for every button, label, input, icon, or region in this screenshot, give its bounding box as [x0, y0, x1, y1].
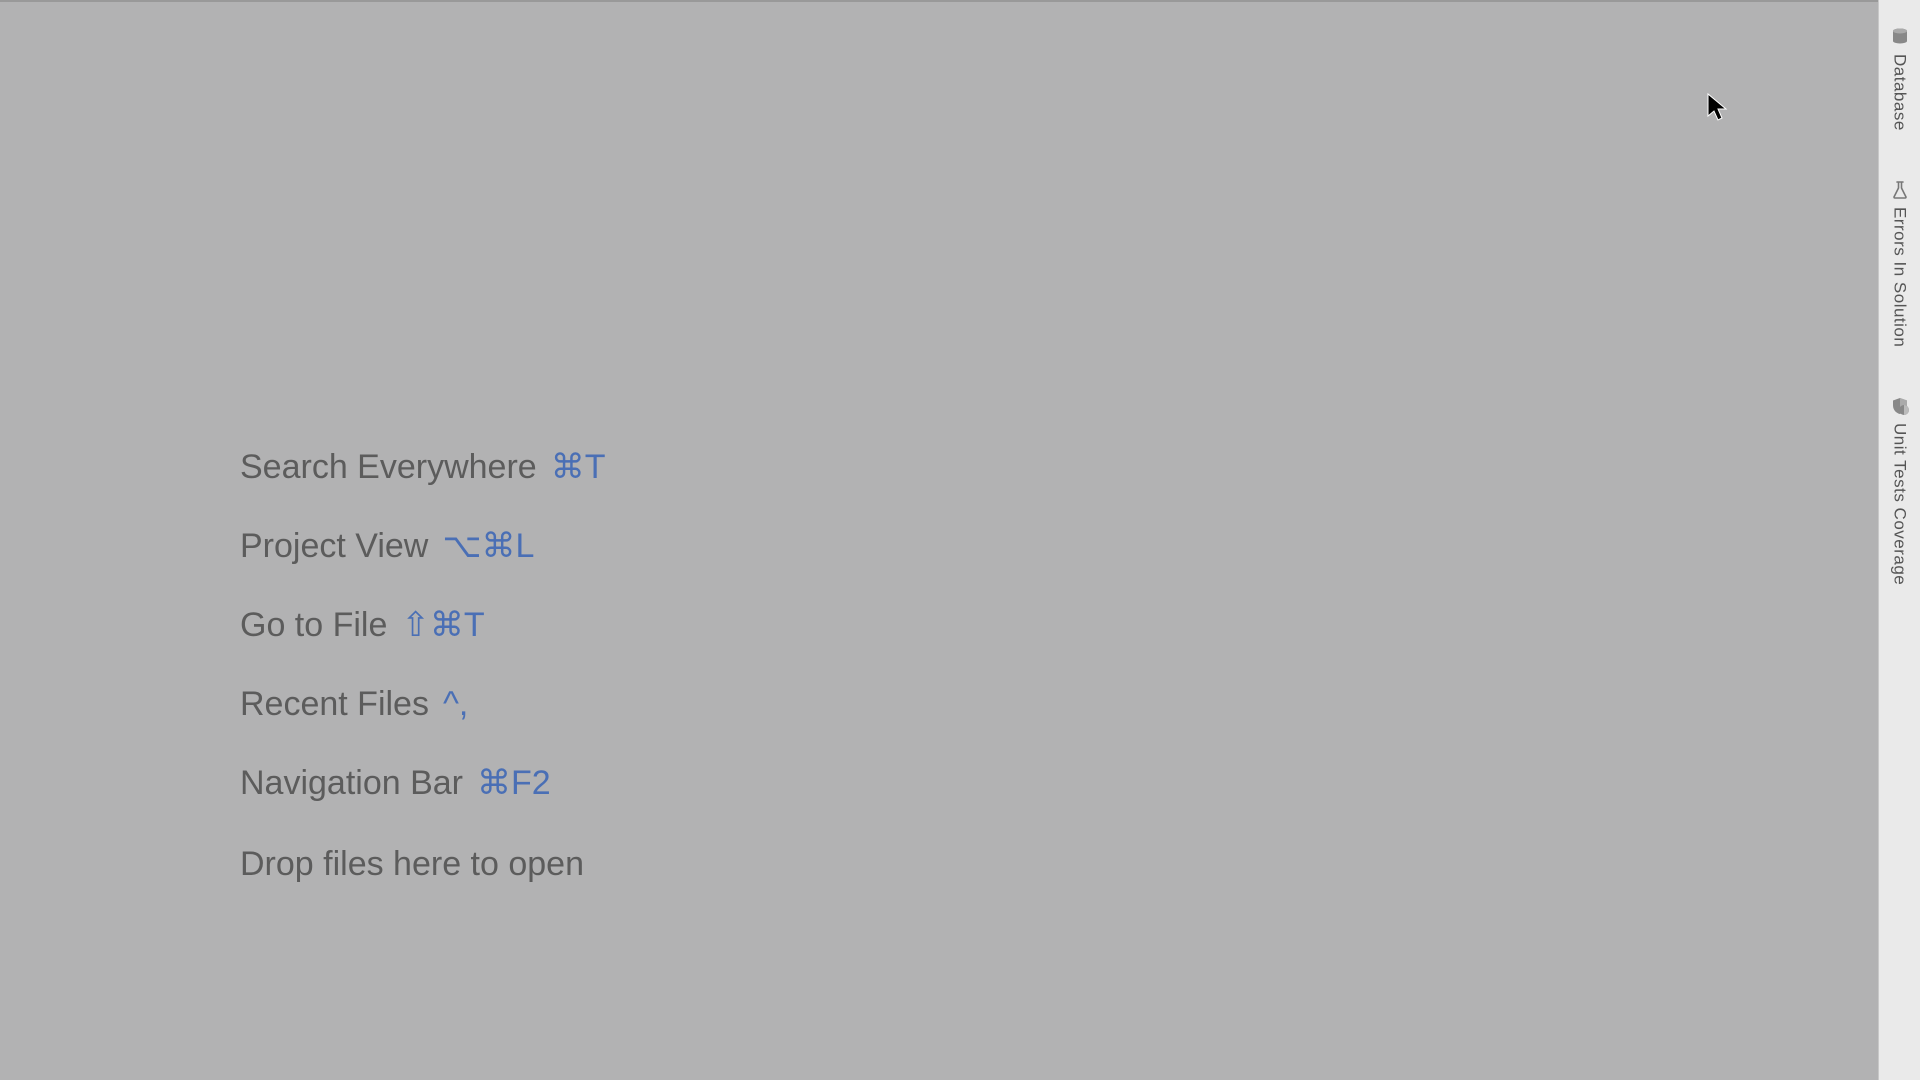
sidebar-tab-database[interactable]: Database: [1889, 18, 1911, 141]
shortcut-project-view: Project View ⌥⌘L: [240, 529, 605, 563]
shortcut-search-everywhere: Search Everywhere ⌘T: [240, 450, 605, 484]
drop-files-hint: Drop files here to open: [240, 845, 605, 884]
shortcut-key: ⌘F2: [477, 766, 551, 800]
flask-icon: [1889, 179, 1911, 201]
editor-empty-area[interactable]: Search Everywhere ⌘T Project View ⌥⌘L Go…: [0, 0, 1878, 1080]
shortcut-label: Project View: [240, 529, 428, 563]
sidebar-tab-label: Errors In Solution: [1890, 207, 1910, 347]
sidebar-tab-label: Unit Tests Coverage: [1890, 423, 1910, 585]
shortcut-recent-files: Recent Files ^,: [240, 687, 605, 721]
shield-coverage-icon: [1889, 395, 1911, 417]
shortcut-key: ⌥⌘L: [442, 529, 534, 563]
database-icon: [1889, 26, 1911, 48]
shortcut-label: Go to File: [240, 608, 387, 642]
sidebar-tab-errors-in-solution[interactable]: Errors In Solution: [1889, 171, 1911, 357]
shortcut-label: Navigation Bar: [240, 766, 463, 800]
shortcut-key: ⇧⌘T: [401, 608, 484, 642]
right-tool-sidebar: Database Errors In Solution Unit Tests C…: [1878, 0, 1920, 1080]
sidebar-tab-label: Database: [1890, 54, 1910, 131]
shortcut-hints: Search Everywhere ⌘T Project View ⌥⌘L Go…: [240, 450, 605, 884]
sidebar-tab-unit-tests-coverage[interactable]: Unit Tests Coverage: [1889, 387, 1911, 595]
shortcut-go-to-file: Go to File ⇧⌘T: [240, 608, 605, 642]
shortcut-key: ⌘T: [551, 450, 606, 484]
shortcut-label: Recent Files: [240, 687, 429, 721]
shortcut-key: ^,: [443, 687, 468, 721]
shortcut-navigation-bar: Navigation Bar ⌘F2: [240, 766, 605, 800]
shortcut-label: Search Everywhere: [240, 450, 537, 484]
